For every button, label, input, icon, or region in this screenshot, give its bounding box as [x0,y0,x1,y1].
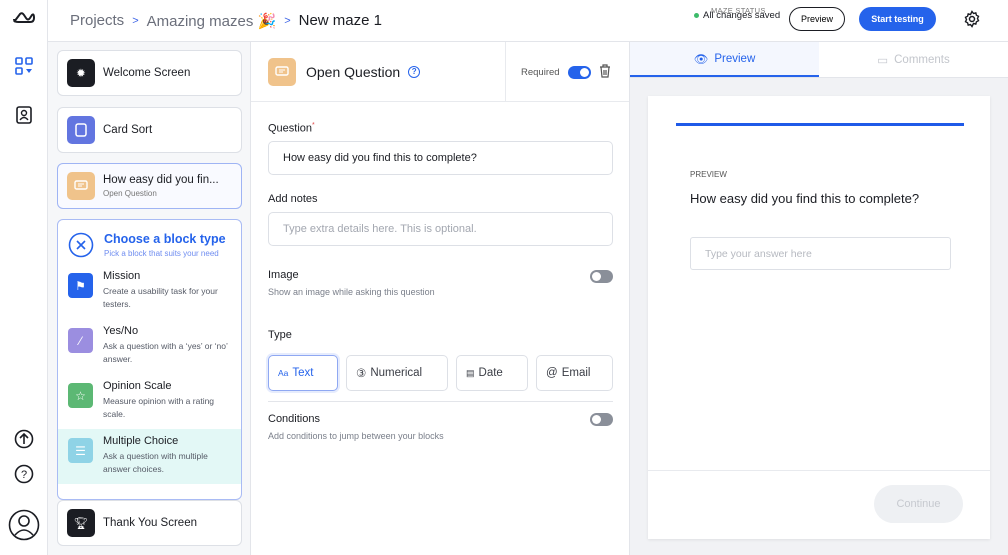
option-desc: Ask a question with a ‘yes’ or ‘no’ answ… [103,340,231,366]
preview-label: PREVIEW [690,170,727,179]
image-label: Image [268,269,299,281]
type-email[interactable]: @ Email [536,355,613,391]
question-input[interactable]: How easy did you find this to complete? [268,141,613,175]
block-thank-you-screen[interactable]: 🏆︎ Thank You Screen [57,500,242,546]
at-icon: @ [546,367,558,379]
option-title: Opinion Scale [103,380,231,392]
chevron-right-icon: > [132,15,138,27]
type-text[interactable]: Aa Text [268,355,338,391]
picker-title: Choose a block type [104,232,226,246]
blocks-icon[interactable] [12,54,36,78]
trash-icon[interactable] [599,64,611,81]
block-label: How easy did you fin... [103,174,219,186]
notes-label: Add notes [268,193,318,205]
breadcrumb-projects[interactable]: Projects [70,12,124,29]
answer-input[interactable]: Type your answer here [690,237,951,270]
option-multiple-choice[interactable]: ☰ Multiple Choice Ask a question with mult… [58,429,241,484]
type-date[interactable]: ▤ Date [456,355,528,391]
chat-icon [67,172,95,200]
text-icon: Aa [278,368,288,378]
maze-status: MAZE STATUS All changes saved [694,6,780,21]
block-sub: Open Question [103,189,219,198]
maze-title[interactable]: New maze 1 [299,12,382,29]
card-icon [67,116,95,144]
status-label: MAZE STATUS [711,6,766,15]
conditions-desc: Add conditions to jump between your bloc… [268,431,444,441]
option-opinion-scale[interactable]: ☆ Opinion Scale Measure opinion with a rat… [58,374,241,429]
avatar[interactable] [8,509,40,541]
block-editor: Open Question ? Required Question* How e… [251,42,629,555]
type-numerical[interactable]: ③ Numerical [346,355,448,391]
flag-icon: ⚑ [68,273,93,298]
required-label: Required [521,67,560,78]
option-desc: Measure opinion with a rating scale. [103,395,231,421]
tab-preview[interactable]: 👁︎Preview [630,42,819,77]
type-options: Aa Text ③ Numerical ▤ Date @ Email [268,355,613,391]
required-toggle[interactable] [568,66,591,79]
trophy-icon: 🏆︎ [67,509,95,537]
block-list: ✹ Welcome Screen Card Sort How easy did … [48,42,251,555]
type-label: Date [479,367,503,379]
conditions-toggle[interactable] [590,413,613,426]
preview-button[interactable]: Preview [789,7,845,31]
breadcrumb-folder[interactable]: Amazing mazes 🎉 [147,12,277,30]
list-icon: ☰ [68,438,93,463]
calendar-icon: ▤ [466,368,475,379]
yes-no-icon: ⁄ [68,328,93,353]
option-desc: Create a usability task for your testers… [103,285,231,311]
start-testing-button[interactable]: Start testing [859,7,936,31]
type-label: Text [292,367,313,379]
continue-button[interactable]: Continue [874,485,963,523]
block-type-picker: Choose a block type Pick a block that sui… [57,219,242,500]
comment-icon: ▭ [877,53,888,67]
block-label: Card Sort [103,124,152,136]
number-icon: ③ [356,366,366,380]
option-title: Mission [103,270,231,282]
block-label: Welcome Screen [103,67,190,79]
editor-title: Open Question [306,64,400,80]
image-toggle[interactable] [590,270,613,283]
type-label: Type [268,329,292,341]
option-mission[interactable]: ⚑ Mission Create a usability task for your… [58,264,241,319]
chevron-right-icon: > [284,15,290,27]
conditions-label: Conditions [268,413,320,425]
question-label: Question* [268,122,315,135]
type-label: Email [562,367,591,379]
upload-icon[interactable] [12,427,36,451]
help-icon[interactable]: ? [408,66,420,78]
progress-bar [676,123,964,126]
left-rail: ? [0,0,48,555]
block-open-question[interactable]: How easy did you fin... Open Question [57,163,242,209]
option-desc: Ask a question with multiple answer choi… [103,450,231,476]
divider [268,401,613,402]
type-label: Numerical [370,367,422,379]
image-desc: Show an image while asking this question [268,287,435,297]
close-icon[interactable] [68,232,94,258]
block-label: Thank You Screen [103,517,197,529]
block-card-sort[interactable]: Card Sort [57,107,242,153]
picker-subtitle: Pick a block that suits your need [104,249,226,258]
option-yes-no[interactable]: ⁄ Yes/No Ask a question with a ‘yes’ or ‘n… [58,319,241,374]
divider [648,470,990,471]
option-title: Multiple Choice [103,435,231,447]
notes-input[interactable]: Type extra details here. This is optiona… [268,212,613,246]
maze-logo-icon[interactable] [12,6,36,30]
contacts-icon[interactable] [12,103,36,127]
tab-comments[interactable]: ▭Comments [819,42,1008,77]
help-icon[interactable]: ? [12,462,36,486]
status-dot-icon [694,13,699,18]
gear-icon: ✹ [67,59,95,87]
top-bar: Projects > Amazing mazes 🎉 > New maze 1 … [48,0,1008,42]
preview-card: PREVIEW How easy did you find this to co… [648,96,990,539]
svg-text:?: ? [21,469,27,481]
star-icon: ☆ [68,383,93,408]
chat-icon [268,58,296,86]
breadcrumb: Projects > Amazing mazes 🎉 > New maze 1 [70,12,382,30]
preview-panel: 👁︎Preview ▭Comments PREVIEW How easy did… [629,42,1008,555]
eye-icon: 👁︎ [694,52,709,66]
block-welcome-screen[interactable]: ✹ Welcome Screen [57,50,242,96]
preview-question: How easy did you find this to complete? [690,191,919,206]
settings-gear-icon[interactable] [963,10,981,33]
option-title: Yes/No [103,325,231,337]
